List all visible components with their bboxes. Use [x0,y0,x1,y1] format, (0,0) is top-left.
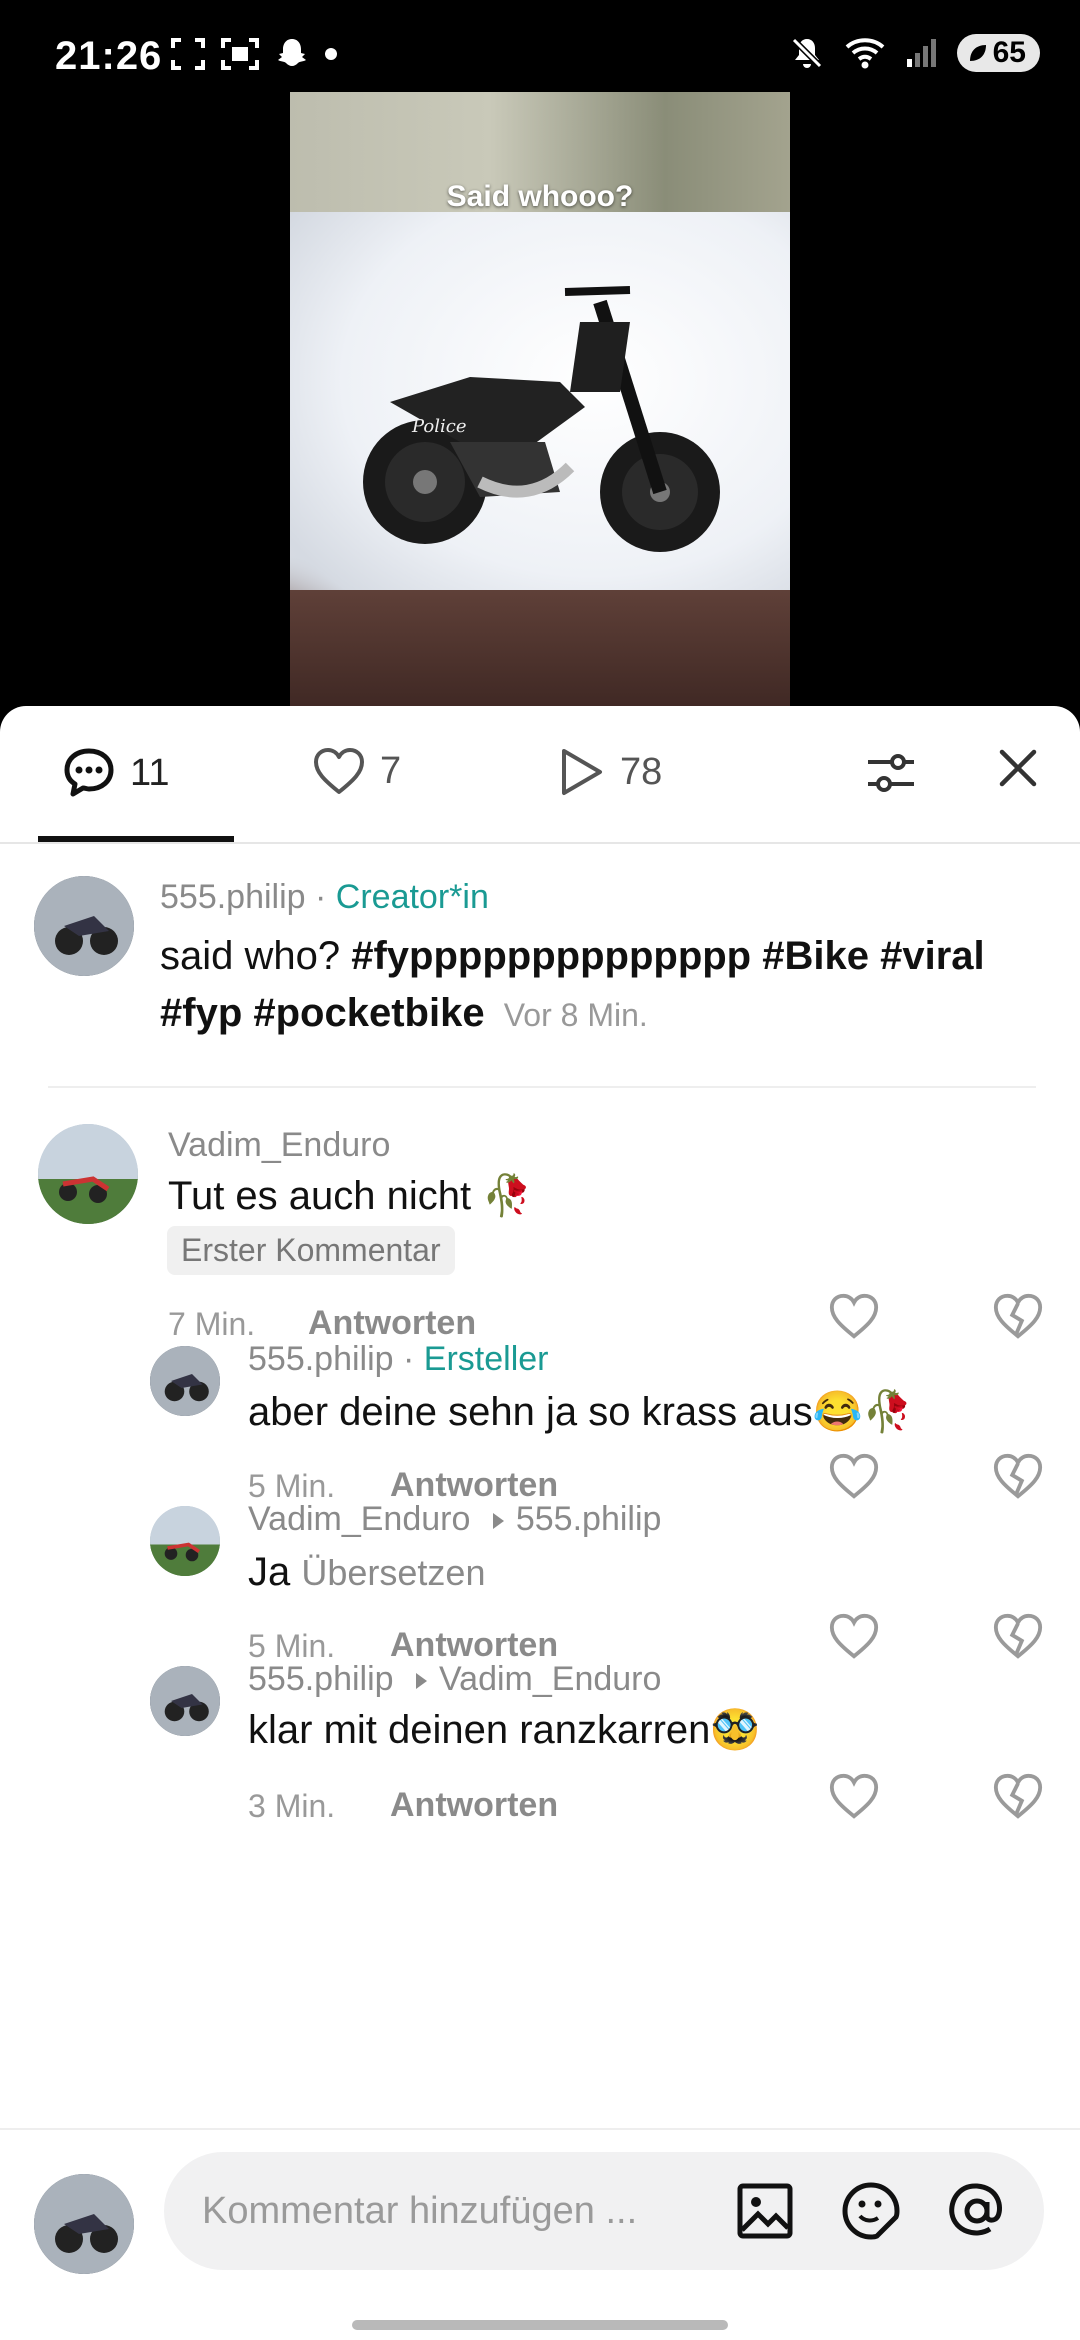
video-ground [290,590,790,710]
leaf-icon [969,45,986,61]
reply-text: aber deine sehn ja so krass aus😂🥀 [248,1390,913,1434]
views-count: 78 [620,750,663,793]
reply-time: 3 Min. [248,1788,336,1824]
wifi-icon [845,38,884,69]
tab-views[interactable]: 78 [556,746,662,798]
home-indicator[interactable] [352,2320,728,2330]
avatar-image [38,1124,138,1224]
status-bar: 21:26 65 [0,0,1080,92]
battery-level: 65 [992,36,1026,69]
status-icons-right: 65 [789,34,1040,72]
panel-tabs: 11 7 78 [0,706,1080,844]
dot-icon [325,48,337,60]
translate-link[interactable]: Übersetzen [301,1552,485,1593]
like-heart-icon[interactable] [828,1770,880,1822]
comment-author[interactable]: Vadim_Enduro [168,1126,390,1165]
avatar[interactable] [38,1124,138,1224]
video-caption: Said whooo? [446,180,634,213]
filter-icon[interactable] [864,746,918,800]
like-heart-icon[interactable] [828,1450,880,1502]
dislike-icon[interactable] [992,1290,1044,1342]
avatar[interactable] [150,1666,220,1736]
reply-author-line: 555.philip Vadim_Enduro [248,1660,661,1699]
tab-comments[interactable]: 11 [62,746,169,800]
avatar[interactable] [150,1506,220,1576]
screen-record-icon [221,38,259,70]
comment-input[interactable]: Kommentar hinzufügen ... [164,2152,1044,2270]
avatar-image [34,876,134,976]
reply-to-user[interactable]: 555.philip [516,1500,662,1538]
status-icons-left [170,36,338,72]
caption-text: said who? #fypppppppppppppp #Bike #viral… [160,928,1040,1044]
tab-likes[interactable]: 7 [312,746,401,796]
first-comment-badge: Erster Kommentar [167,1226,455,1275]
caption-time: Vor 8 Min. [503,997,648,1033]
dislike-icon[interactable] [992,1770,1044,1822]
reply-button[interactable]: Antworten [308,1304,476,1343]
reply-text-line: Ja Übersetzen [248,1544,485,1601]
reply-author-line: 555.philip · Ersteller [248,1340,548,1379]
avatar-image [150,1346,220,1416]
screenshot-icon [171,38,205,70]
reply-arrow-icon [492,1513,504,1530]
close-icon[interactable] [996,746,1040,790]
caption-author[interactable]: 555.philip [160,878,306,916]
avatar-image [150,1506,220,1576]
reply-to-user[interactable]: Vadim_Enduro [439,1660,661,1698]
reply-arrow-icon [416,1673,428,1690]
avatar[interactable] [150,1346,220,1416]
reply-text: klar mit deinen ranzkarren🥸 [248,1708,761,1752]
avatar-image [150,1666,220,1736]
avatar-image [34,2174,134,2274]
video-player[interactable]: Police Said whooo? [290,92,790,710]
comment-input-bar: Kommentar hinzufügen ... [0,2128,1080,2340]
comments-panel: 11 7 78 555.philip · Creator*in said who… [0,706,1080,2340]
dislike-icon[interactable] [992,1610,1044,1662]
caption-hashtags-2[interactable]: #fyp #pocketbike [160,991,485,1035]
heart-icon [314,748,364,794]
divider [48,1086,1036,1088]
status-time: 21:26 [55,34,163,78]
creator-label: Ersteller [423,1340,549,1378]
play-icon [562,749,602,795]
caption-author-line: 555.philip · Creator*in [160,878,489,917]
caption-hashtags-1[interactable]: #fypppppppppppppp #Bike #viral [351,934,984,978]
reply-author[interactable]: 555.philip [248,1340,394,1378]
caption-plain-text: said who? [160,934,352,978]
comment-input-placeholder: Kommentar hinzufügen ... [202,2190,638,2232]
bike-label: Police [411,416,466,437]
comments-count: 11 [130,751,170,794]
author-separator: · [393,1340,424,1378]
pocketbike-image: Police [363,286,720,552]
dislike-icon[interactable] [992,1450,1044,1502]
avatar[interactable] [34,876,134,976]
sticker-icon[interactable] [840,2180,902,2242]
active-tab-indicator [38,836,234,842]
snapchat-icon [278,39,306,66]
comment-icon [64,748,114,797]
comment-time: 7 Min. [168,1306,256,1342]
mention-icon[interactable] [946,2180,1008,2242]
my-avatar[interactable] [34,2174,134,2274]
battery-indicator: 65 [956,34,1040,72]
creator-label: Creator*in [335,878,489,916]
reply-author-line: Vadim_Enduro 555.philip [248,1500,661,1539]
like-heart-icon[interactable] [828,1290,880,1342]
like-heart-icon[interactable] [828,1610,880,1662]
reply-author[interactable]: 555.philip [248,1660,394,1698]
reply-author[interactable]: Vadim_Enduro [248,1500,470,1538]
mute-icon [791,37,822,69]
reply-button[interactable]: Antworten [390,1786,558,1825]
comment-text: Tut es auch nicht 🥀 [168,1174,533,1218]
reply-text: Ja [248,1550,291,1594]
author-separator: · [305,878,336,916]
image-icon[interactable] [734,2180,796,2242]
signal-icon [906,39,936,67]
likes-count: 7 [380,749,402,792]
